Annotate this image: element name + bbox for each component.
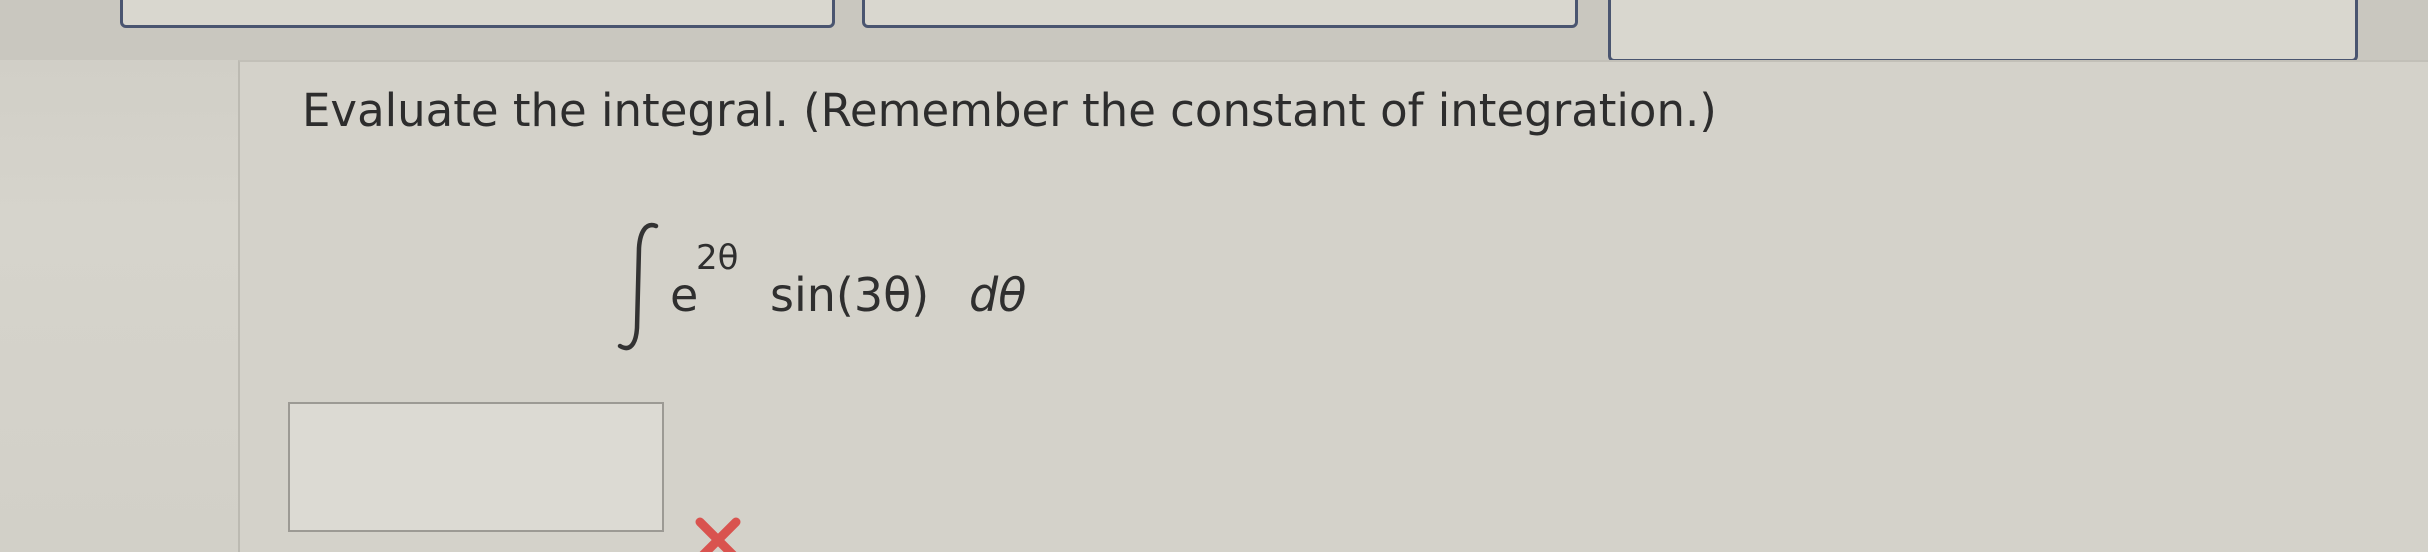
integral-differential: dθ	[969, 268, 1027, 322]
top-button-2[interactable]	[862, 0, 1578, 28]
integral-symbol-icon	[617, 222, 659, 351]
integrand-exponent: 2θ	[696, 238, 739, 278]
answer-input[interactable]	[288, 402, 664, 532]
integrand-base: e	[670, 268, 699, 322]
integrand-function: sin(3θ)	[770, 268, 930, 322]
top-button-1[interactable]	[120, 0, 835, 28]
incorrect-x-icon	[695, 517, 741, 552]
page: Evaluate the integral. (Remember the con…	[0, 0, 2428, 552]
top-button-3[interactable]	[1608, 0, 2358, 62]
question-prompt: Evaluate the integral. (Remember the con…	[302, 84, 1717, 137]
